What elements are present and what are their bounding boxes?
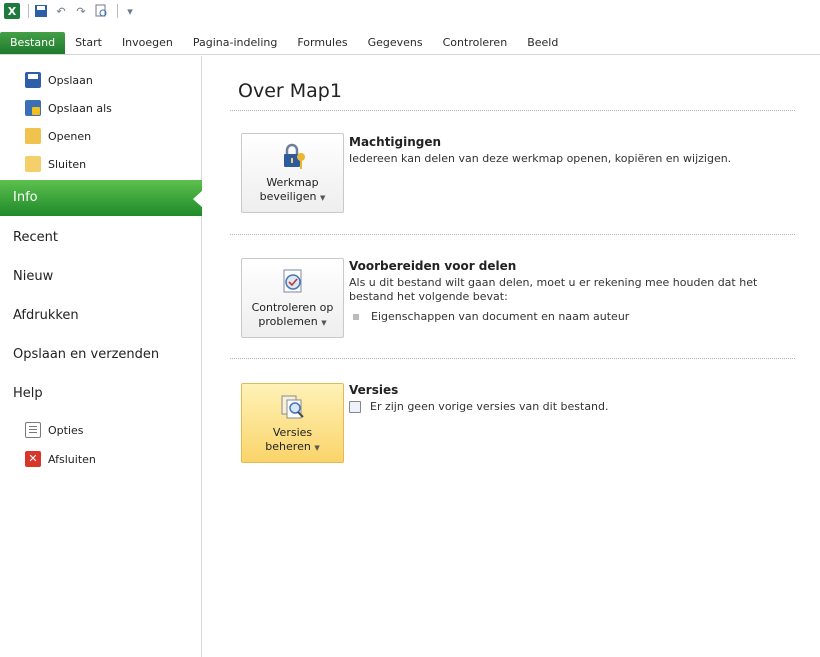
divider: [230, 110, 795, 111]
section-heading: Voorbereiden voor delen: [349, 259, 517, 273]
lock-key-icon: [284, 143, 305, 169]
excel-icon[interactable]: X: [4, 3, 20, 19]
nav-opties[interactable]: Opties: [0, 416, 202, 444]
nav-info[interactable]: Info: [0, 180, 203, 216]
page-title: Over Map1: [238, 80, 342, 102]
nav-label: Opties: [48, 423, 84, 437]
tab-start[interactable]: Start: [65, 32, 112, 54]
undo-icon[interactable]: ↶: [53, 3, 69, 19]
button-label-line2: problemen: [258, 315, 318, 328]
nav-opslaan[interactable]: Opslaan: [0, 66, 202, 94]
toolbar-separator: [28, 4, 29, 18]
nav-label: Opslaan als: [48, 101, 112, 115]
save-icon: [25, 72, 41, 88]
folder-close-icon: [25, 156, 41, 172]
dropdown-arrow-icon: ▼: [320, 194, 326, 202]
bullet-icon: [353, 313, 359, 320]
dropdown-arrow-icon: ▼: [321, 319, 327, 327]
nav-opslaan-als[interactable]: Opslaan als: [0, 94, 202, 122]
manage-versions-button[interactable]: Versies beheren ▼: [241, 383, 344, 463]
button-label-line2: beheren: [265, 440, 311, 453]
version-item: Er zijn geen vorige versies van dit best…: [349, 400, 609, 413]
tab-beeld[interactable]: Beeld: [517, 32, 568, 54]
nav-opslaan-en-verzenden[interactable]: Opslaan en verzenden: [0, 337, 202, 373]
button-label-line1: Werkmap: [266, 176, 319, 189]
save-icon[interactable]: [33, 3, 49, 19]
tab-gegevens[interactable]: Gegevens: [358, 32, 433, 54]
backstage-nav: Opslaan Opslaan als Openen Sluiten Info …: [0, 56, 203, 657]
version-document-icon: [349, 400, 361, 413]
button-label-line1: Controleren op: [251, 301, 334, 314]
protect-workbook-button[interactable]: Werkmap beveiligen ▼: [241, 133, 344, 213]
button-label-line2: beveiligen: [259, 190, 317, 203]
section-text: Iedereen kan delen van deze werkmap open…: [349, 152, 732, 165]
tab-invoegen[interactable]: Invoegen: [112, 32, 183, 54]
list-item-text: Eigenschappen van document en naam auteu…: [371, 310, 630, 323]
nav-openen[interactable]: Openen: [0, 122, 202, 150]
quick-access-toolbar: X ↶ ↷ ▾: [0, 0, 820, 22]
versions-search-icon: [281, 395, 304, 419]
nav-nieuw[interactable]: Nieuw: [0, 259, 202, 295]
section-text: Er zijn geen vorige versies van dit best…: [370, 400, 609, 413]
check-for-issues-button[interactable]: Controleren op problemen ▼: [241, 258, 344, 338]
customize-icon[interactable]: ▾: [122, 3, 138, 19]
dropdown-arrow-icon: ▼: [314, 444, 320, 452]
section-heading: Machtigingen: [349, 135, 442, 149]
inspect-document-icon: [283, 269, 302, 293]
options-icon: [25, 422, 41, 438]
redo-icon[interactable]: ↷: [73, 3, 89, 19]
list-item: Eigenschappen van document en naam auteu…: [349, 310, 629, 323]
tab-controleren[interactable]: Controleren: [433, 32, 518, 54]
nav-afdrukken[interactable]: Afdrukken: [0, 298, 202, 334]
nav-afsluiten[interactable]: ✕ Afsluiten: [0, 445, 202, 473]
save-as-icon: [25, 100, 41, 116]
nav-help[interactable]: Help: [0, 376, 202, 412]
nav-label: Afsluiten: [48, 452, 96, 466]
nav-label: Opslaan: [48, 73, 93, 87]
ribbon-tabs: Bestand Start Invoegen Pagina-indeling F…: [0, 32, 820, 55]
print-preview-icon[interactable]: [93, 3, 109, 19]
exit-icon: ✕: [25, 451, 41, 467]
divider: [230, 358, 795, 359]
folder-open-icon: [25, 128, 41, 144]
button-label-line1: Versies: [272, 426, 313, 439]
section-text: Als u dit bestand wilt gaan delen, moet …: [349, 276, 758, 303]
divider: [230, 234, 795, 235]
tab-formules[interactable]: Formules: [287, 32, 357, 54]
tab-bestand[interactable]: Bestand: [0, 32, 66, 54]
section-heading: Versies: [349, 383, 399, 397]
nav-label: Sluiten: [48, 157, 87, 171]
tab-pagina-indeling[interactable]: Pagina-indeling: [183, 32, 287, 54]
info-panel: Over Map1 Werkmap beveiligen ▼ Machtigin…: [203, 56, 820, 657]
nav-sluiten[interactable]: Sluiten: [0, 150, 202, 178]
toolbar-separator: [117, 4, 118, 18]
nav-label: Openen: [48, 129, 92, 143]
nav-recent[interactable]: Recent: [0, 220, 202, 256]
